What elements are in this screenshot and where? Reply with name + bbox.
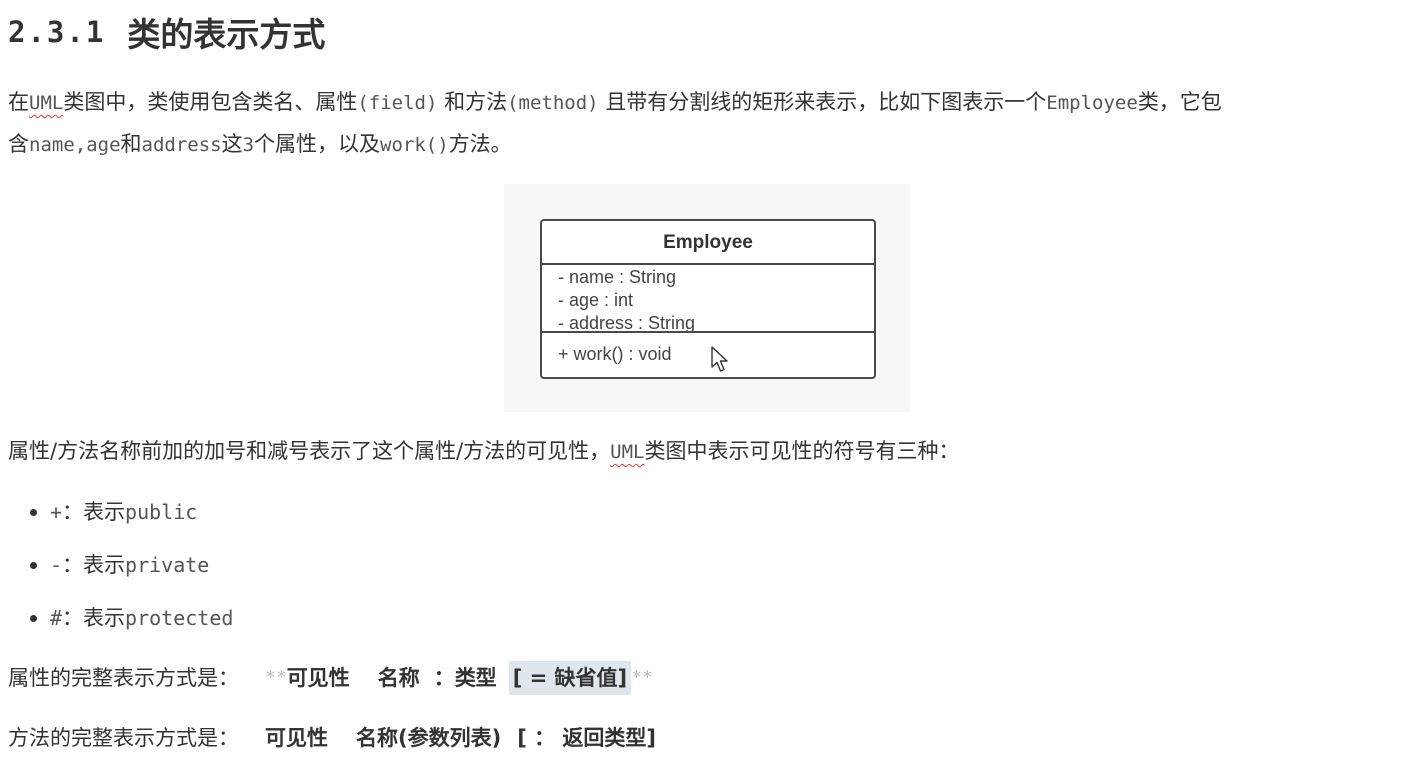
mouse-cursor-icon — [711, 346, 728, 372]
visibility-symbol: + — [50, 500, 63, 524]
bullet-icon — [30, 614, 37, 622]
visibility-symbol: - — [50, 553, 63, 577]
format-visibility: 可见性 — [286, 666, 350, 690]
uml-term: UML — [29, 92, 64, 114]
visibility-label: ：表示 — [62, 606, 126, 630]
intro-text: 个属性，以及 — [254, 132, 381, 156]
intro-text: 类图中，类使用包含类名、属性 — [63, 90, 358, 114]
format-default-value: [ = 缺省值] — [508, 661, 632, 695]
intro-text: 和方法 — [437, 90, 508, 114]
intro-text: 含 — [8, 132, 29, 156]
visibility-text: 属性/方法名称前加的加号和减号表示了这个属性/方法的可见性， — [8, 439, 611, 463]
name-age-code: name,age — [29, 134, 121, 156]
uml-class-name: Employee — [542, 221, 874, 265]
visibility-label: ：表示 — [62, 553, 126, 577]
uml-term: UML — [610, 441, 645, 463]
uml-methods: + work() : void — [542, 333, 874, 376]
uml-attribute: - address : String — [558, 313, 696, 333]
section-heading: 2.3.1 类的表示方式 — [8, 8, 325, 56]
uml-attributes: - name : String - age : int - address : … — [542, 265, 874, 333]
intro-paragraph-line-1: 在UML类图中，类使用包含类名、属性(field) 和方法(method) 且带… — [8, 81, 1222, 124]
section-number: 2.3.1 — [8, 15, 106, 49]
intro-paragraph-line-2: 含name,age和address这3个属性，以及work()方法。 — [8, 123, 512, 166]
bullet-icon — [30, 508, 37, 516]
intro-text: 这 — [221, 132, 243, 156]
work-code: work() — [380, 134, 449, 156]
visibility-value: protected — [125, 606, 234, 630]
intro-text: 在 — [8, 90, 29, 114]
uml-class-box: Employee - name : String - age : int - a… — [540, 219, 876, 379]
method-format-line: 方法的完整表示方式是： 可见性 名称(参数列表) [ ： 返回类型] — [8, 721, 656, 755]
list-item-public: + ：表示 public — [30, 497, 197, 527]
visibility-value: private — [125, 553, 210, 577]
uml-attribute: - age : int — [558, 290, 634, 310]
format-name-params: 名称(参数列表) — [356, 726, 502, 750]
intro-text: 类，它包 — [1137, 90, 1222, 114]
attribute-format-label: 属性的完整表示方式是： — [8, 666, 239, 690]
address-code: address — [141, 134, 222, 156]
method-format-label: 方法的完整表示方式是： — [8, 726, 239, 750]
visibility-label: ：表示 — [62, 500, 126, 524]
intro-text: 和 — [120, 132, 142, 156]
format-return-type: [ ： 返回类型] — [517, 726, 657, 750]
visibility-value: public — [125, 500, 198, 524]
section-title: 类的表示方式 — [127, 15, 326, 54]
intro-text: 方法。 — [448, 132, 512, 156]
format-name: 名称 — [377, 666, 420, 690]
attribute-format-line: 属性的完整表示方式是： ** 可见性 名称 ： 类型 [ = 缺省值] ** — [8, 661, 653, 695]
list-item-protected: # ：表示 protected — [30, 603, 233, 633]
markdown-stars: ** — [265, 667, 287, 688]
visibility-paragraph: 属性/方法名称前加的加号和减号表示了这个属性/方法的可见性，UML类图中表示可见… — [8, 430, 959, 473]
visibility-symbol: # — [50, 606, 63, 630]
format-type: 类型 — [454, 666, 497, 690]
count-code: 3 — [242, 134, 255, 156]
employee-code: Employee — [1046, 92, 1138, 114]
uml-class-figure: Employee - name : String - age : int - a… — [504, 184, 910, 412]
uml-attribute: - name : String — [558, 267, 677, 287]
intro-text: 且带有分割线的矩形来表示，比如下图表示一个 — [598, 90, 1047, 114]
format-visibility: 可见性 — [265, 726, 328, 750]
field-code: (field) — [357, 92, 438, 114]
list-item-private: - ：表示 private — [30, 550, 209, 580]
bullet-icon — [30, 561, 37, 569]
visibility-text: 类图中表示可见性的符号有三种： — [644, 439, 960, 463]
method-code: (method) — [507, 92, 599, 114]
markdown-stars: ** — [631, 667, 653, 688]
format-colon: ： — [433, 666, 455, 690]
